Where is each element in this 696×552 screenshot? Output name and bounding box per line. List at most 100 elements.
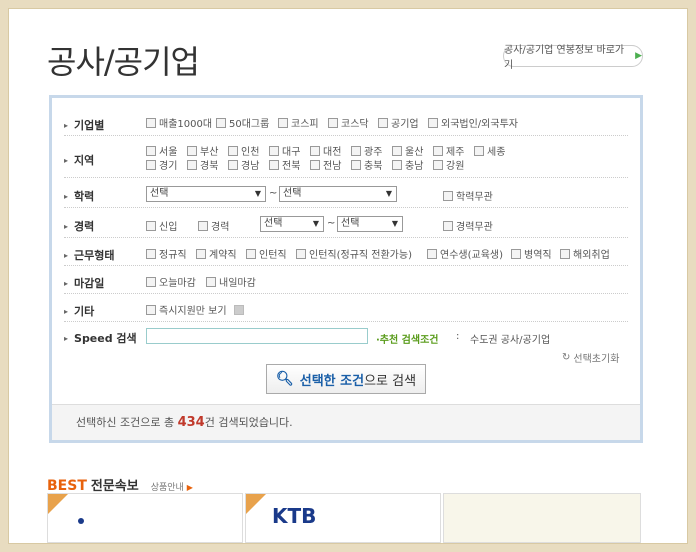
checkbox-box[interactable] [310,159,320,170]
checkbox-company-type-4[interactable]: 코스닥 [328,115,369,130]
checkbox-box[interactable] [269,145,279,156]
checkbox-box[interactable] [296,248,306,259]
best-card-3[interactable] [443,493,641,543]
checkbox-box[interactable] [228,159,238,170]
checkbox-region-sejong[interactable]: 세종 [474,143,505,158]
checkbox-deadline-today[interactable]: 오늘마감 [146,274,196,289]
checkbox-box[interactable] [278,117,288,128]
checkbox-career-new[interactable]: 신입 [146,218,177,233]
checkbox-box[interactable] [378,117,388,128]
checkbox-company-type-1[interactable]: 매출1000대 [146,115,212,130]
checkbox-deadline-tomorrow[interactable]: 내일마감 [206,274,256,289]
checkbox-education-no-matter[interactable]: 학력무관 [443,188,493,203]
filter-label-career: 경력 [64,218,94,234]
reset-selection-button[interactable]: ↻ 선택초기화 [562,350,619,365]
option-label: 경력 [211,222,230,233]
career-from-select[interactable]: 선택 ▼ [260,216,324,232]
refresh-icon: ↻ [562,352,571,363]
checkbox-region-gyeongbuk[interactable]: 경북 [187,157,218,172]
checkbox-region-gyeonggi[interactable]: 경기 [146,157,177,172]
option-label: 경북 [200,161,219,172]
education-from-select[interactable]: 선택 ▼ [146,186,266,202]
checkbox-career-no-matter[interactable]: 경력무관 [443,218,493,233]
checkbox-region-incheon[interactable]: 인천 [228,143,259,158]
checkbox-etc-instant-apply[interactable]: 즉시지원만 보기 [146,302,244,317]
checkbox-region-chungbuk[interactable]: 충북 [351,157,382,172]
checkbox-region-jeonnam[interactable]: 전남 [310,157,341,172]
checkbox-box[interactable] [392,159,402,170]
checkbox-box[interactable] [443,220,453,231]
checkbox-box[interactable] [560,248,570,259]
checkbox-career-experienced[interactable]: 경력 [198,218,229,233]
option-label: 내일마감 [219,278,256,289]
checkbox-box[interactable] [146,304,156,315]
checkbox-box[interactable] [196,248,206,259]
option-label: 코스닥 [341,119,369,130]
checkbox-region-gwangju[interactable]: 광주 [351,143,382,158]
checkbox-box[interactable] [310,145,320,156]
checkbox-company-type-5[interactable]: 공기업 [378,115,419,130]
recommend-link[interactable]: 수도권 공사/공기업 [470,331,550,346]
education-to-select[interactable]: 선택 ▼ [279,186,397,202]
checkbox-company-type-3[interactable]: 코스피 [278,115,319,130]
checkbox-region-busan[interactable]: 부산 [187,143,218,158]
checkbox-box[interactable] [511,248,521,259]
checkbox-employment-overseas[interactable]: 해외취업 [560,246,610,261]
range-tilde: ~ [269,188,278,199]
checkbox-box[interactable] [206,276,216,287]
checkbox-box[interactable] [187,159,197,170]
help-icon[interactable] [233,304,244,315]
checkbox-box[interactable] [146,159,156,170]
checkbox-box[interactable] [351,159,361,170]
caret-down-icon: ▼ [385,189,392,198]
checkbox-company-type-2[interactable]: 50대그룹 [216,115,269,130]
checkbox-employment-permanent[interactable]: 정규직 [146,246,187,261]
checkbox-employment-intern[interactable]: 인턴직 [246,246,287,261]
checkbox-box[interactable] [228,145,238,156]
checkbox-box[interactable] [433,145,443,156]
select-value: 선택 [150,188,169,199]
checkbox-box[interactable] [392,145,402,156]
company-logo [78,518,84,524]
checkbox-box[interactable] [216,117,226,128]
checkbox-box[interactable] [433,159,443,170]
search-button[interactable]: 🔍︎ 선택한 조건으로 검색 [266,364,426,394]
checkbox-region-daegu[interactable]: 대구 [269,143,300,158]
checkbox-employment-trainee[interactable]: 연수생(교육생) [427,246,503,261]
checkbox-box[interactable] [474,145,484,156]
checkbox-region-chungnam[interactable]: 충남 [392,157,423,172]
salary-info-link[interactable]: 공사/공기업 연봉정보 바로가기 ▶ [503,45,643,71]
checkbox-box[interactable] [146,276,156,287]
checkbox-box[interactable] [443,190,453,201]
checkbox-company-type-6[interactable]: 외국법인/외국투자 [428,115,518,130]
filter-label-etc: 기타 [64,303,94,319]
checkbox-box[interactable] [146,220,156,231]
checkbox-region-gyeongnam[interactable]: 경남 [228,157,259,172]
checkbox-box[interactable] [146,248,156,259]
checkbox-box[interactable] [427,248,437,259]
checkbox-region-seoul[interactable]: 서울 [146,143,177,158]
checkbox-box[interactable] [269,159,279,170]
checkbox-box[interactable] [187,145,197,156]
result-summary: 선택하신 조건으로 총 434건 검색되었습니다. [52,404,640,440]
career-to-select[interactable]: 선택 ▼ [337,216,403,232]
checkbox-region-gangwon[interactable]: 강원 [433,157,464,172]
speed-search-input[interactable] [146,328,368,344]
checkbox-box[interactable] [198,220,208,231]
checkbox-box[interactable] [146,145,156,156]
best-card-2[interactable]: KTB [245,493,441,543]
checkbox-region-daejeon[interactable]: 대전 [310,143,341,158]
checkbox-box[interactable] [351,145,361,156]
checkbox-employment-intern-convertible[interactable]: 인턴직(정규직 전환가능) [296,246,412,261]
product-guide-link[interactable]: 상품안내 ▶ [151,480,193,493]
best-card-1[interactable] [47,493,243,543]
checkbox-box[interactable] [146,117,156,128]
checkbox-region-ulsan[interactable]: 울산 [392,143,423,158]
checkbox-box[interactable] [328,117,338,128]
checkbox-box[interactable] [428,117,438,128]
checkbox-box[interactable] [246,248,256,259]
checkbox-region-jeonbuk[interactable]: 전북 [269,157,300,172]
checkbox-employment-military[interactable]: 병역직 [511,246,552,261]
checkbox-employment-contract[interactable]: 계약직 [196,246,237,261]
checkbox-region-jeju[interactable]: 제주 [433,143,464,158]
